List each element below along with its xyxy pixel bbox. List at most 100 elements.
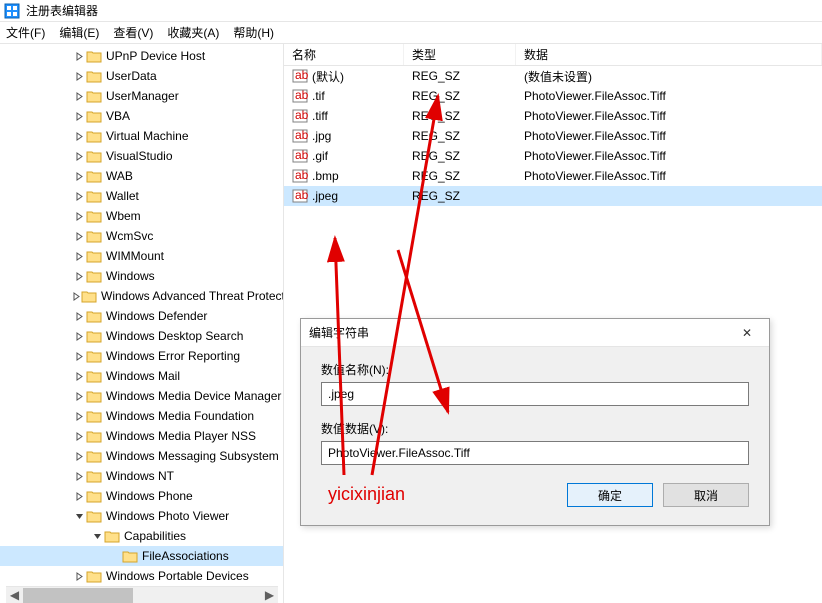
tree-item[interactable]: UPnP Device Host [0, 46, 283, 66]
tree-item[interactable]: WAB [0, 166, 283, 186]
svg-text:ab: ab [295, 188, 308, 202]
svg-text:ab: ab [295, 108, 308, 122]
cancel-button[interactable]: 取消 [663, 483, 749, 507]
string-value-icon: ab [292, 68, 308, 84]
chevron-right-icon[interactable] [72, 69, 86, 83]
tree-item[interactable]: VBA [0, 106, 283, 126]
tree-item[interactable]: Virtual Machine [0, 126, 283, 146]
tree-item-label: VBA [106, 109, 130, 123]
chevron-right-icon[interactable] [72, 149, 86, 163]
tree-item[interactable]: Windows Media Foundation [0, 406, 283, 426]
dialog-titlebar[interactable]: 编辑字符串 ✕ [301, 319, 769, 347]
tree-item[interactable]: Windows Desktop Search [0, 326, 283, 346]
chevron-right-icon[interactable] [72, 389, 86, 403]
chevron-right-icon[interactable] [72, 109, 86, 123]
menu-view[interactable]: 查看(V) [113, 24, 153, 41]
tree-item[interactable]: Windows Media Device Manager [0, 386, 283, 406]
table-row[interactable]: ab.jpegREG_SZ [284, 186, 822, 206]
chevron-right-icon[interactable] [72, 409, 86, 423]
chevron-right-icon[interactable] [72, 249, 86, 263]
table-row[interactable]: ab.jpgREG_SZPhotoViewer.FileAssoc.Tiff [284, 126, 822, 146]
folder-icon [86, 69, 102, 83]
horizontal-scrollbar[interactable]: ◀ ▶ [6, 586, 278, 603]
tree-item[interactable]: Windows Advanced Threat Protection [0, 286, 283, 306]
tree-item[interactable]: Wallet [0, 186, 283, 206]
chevron-down-icon[interactable] [90, 529, 104, 543]
tree-item[interactable]: Windows Defender [0, 306, 283, 326]
folder-icon [104, 529, 120, 543]
folder-icon [81, 289, 97, 303]
scroll-right-button[interactable]: ▶ [261, 587, 278, 603]
value-name-label: 数值名称(N): [321, 361, 749, 378]
table-row[interactable]: ab.tiffREG_SZPhotoViewer.FileAssoc.Tiff [284, 106, 822, 126]
chevron-right-icon[interactable] [72, 229, 86, 243]
tree-item[interactable]: Windows NT [0, 466, 283, 486]
table-row[interactable]: ab.gifREG_SZPhotoViewer.FileAssoc.Tiff [284, 146, 822, 166]
table-row[interactable]: ab.tifREG_SZPhotoViewer.FileAssoc.Tiff [284, 86, 822, 106]
close-icon[interactable]: ✕ [733, 326, 761, 340]
tree-item-label: UPnP Device Host [106, 49, 205, 63]
tree-item[interactable]: Windows Photo Viewer [0, 506, 283, 526]
chevron-right-icon[interactable] [72, 429, 86, 443]
value-data: (数值未设置) [516, 68, 822, 85]
menu-edit[interactable]: 编辑(E) [59, 24, 99, 41]
tree-item[interactable]: Windows Phone [0, 486, 283, 506]
table-row[interactable]: ab.bmpREG_SZPhotoViewer.FileAssoc.Tiff [284, 166, 822, 186]
chevron-right-icon[interactable] [72, 329, 86, 343]
tree-item[interactable]: Windows [0, 266, 283, 286]
chevron-right-icon[interactable] [72, 89, 86, 103]
scroll-track[interactable] [23, 588, 261, 603]
column-type[interactable]: 类型 [404, 44, 516, 65]
chevron-right-icon[interactable] [72, 289, 81, 303]
tree-item[interactable]: Windows Portable Devices [0, 566, 283, 586]
tree-panel[interactable]: UPnP Device Host UserDataUserManager VBA Vi… [0, 44, 284, 603]
tree-item[interactable]: FileAssociations [0, 546, 283, 566]
list-header[interactable]: 名称 类型 数据 [284, 44, 822, 66]
chevron-right-icon[interactable] [72, 169, 86, 183]
chevron-right-icon[interactable] [72, 569, 86, 583]
tree-item[interactable]: WIMMount [0, 246, 283, 266]
column-name[interactable]: 名称 [284, 44, 404, 65]
tree-item-label: WcmSvc [106, 229, 153, 243]
folder-icon [86, 189, 102, 203]
tree-item[interactable]: Windows Mail [0, 366, 283, 386]
tree-item[interactable]: Capabilities [0, 526, 283, 546]
scroll-thumb[interactable] [23, 588, 133, 603]
chevron-right-icon[interactable] [72, 449, 86, 463]
chevron-right-icon[interactable] [72, 269, 86, 283]
tree-item[interactable]: Wbem [0, 206, 283, 226]
menu-favorites[interactable]: 收藏夹(A) [167, 24, 219, 41]
tree-item[interactable]: UserData [0, 66, 283, 86]
menu-help[interactable]: 帮助(H) [233, 24, 274, 41]
chevron-right-icon[interactable] [72, 189, 86, 203]
tree-item-label: Windows Messaging Subsystem [106, 449, 279, 463]
chevron-right-icon[interactable] [72, 209, 86, 223]
tree-item-label: Windows Advanced Threat Protection [101, 289, 284, 303]
tree-item[interactable]: Windows Error Reporting [0, 346, 283, 366]
column-data[interactable]: 数据 [516, 44, 822, 65]
tree-item[interactable]: Windows Media Player NSS [0, 426, 283, 446]
ok-button[interactable]: 确定 [567, 483, 653, 507]
folder-icon [86, 409, 102, 423]
chevron-right-icon[interactable] [72, 489, 86, 503]
string-value-icon: ab [292, 188, 308, 204]
tree-item[interactable]: WcmSvc [0, 226, 283, 246]
tree-item[interactable]: Windows Messaging Subsystem [0, 446, 283, 466]
tree-item[interactable]: UserManager [0, 86, 283, 106]
chevron-right-icon[interactable] [72, 369, 86, 383]
value-name-input[interactable] [321, 382, 749, 406]
menu-file[interactable]: 文件(F) [6, 24, 45, 41]
folder-icon [86, 209, 102, 223]
scroll-left-button[interactable]: ◀ [6, 587, 23, 603]
chevron-right-icon[interactable] [72, 309, 86, 323]
chevron-right-icon[interactable] [72, 349, 86, 363]
chevron-right-icon[interactable] [72, 49, 86, 63]
tree-item-label: Wallet [106, 189, 139, 203]
tree-item[interactable]: VisualStudio [0, 146, 283, 166]
folder-icon [86, 269, 102, 283]
chevron-down-icon[interactable] [72, 509, 86, 523]
table-row[interactable]: ab(默认)REG_SZ(数值未设置) [284, 66, 822, 86]
value-data-input[interactable] [321, 441, 749, 465]
chevron-right-icon[interactable] [72, 469, 86, 483]
chevron-right-icon[interactable] [72, 129, 86, 143]
